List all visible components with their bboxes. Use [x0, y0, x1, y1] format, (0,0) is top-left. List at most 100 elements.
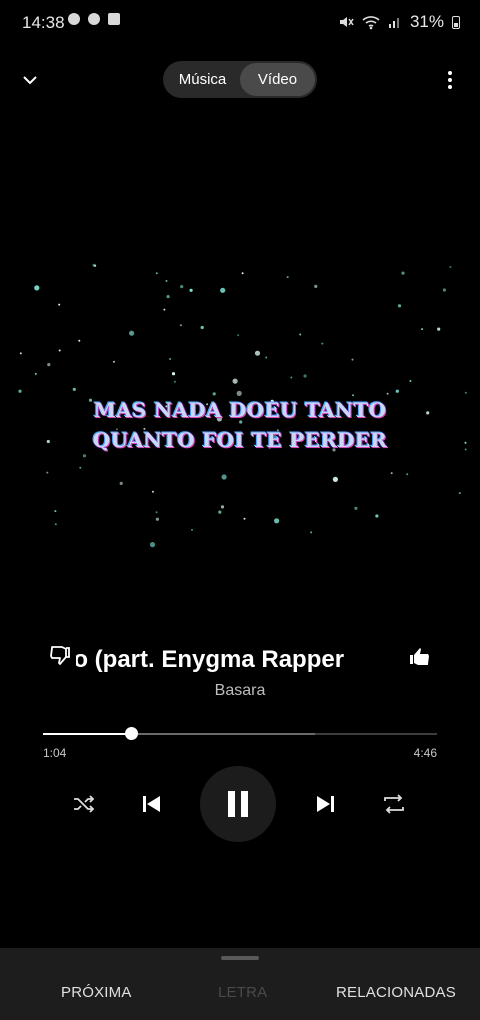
star: [274, 518, 280, 524]
star: [34, 285, 40, 291]
star: [442, 288, 446, 292]
chrome-icon: [68, 13, 80, 25]
like-button[interactable]: [408, 644, 434, 670]
previous-icon: [143, 796, 160, 812]
star: [409, 380, 412, 382]
star: [332, 476, 338, 482]
drag-handle[interactable]: [221, 956, 259, 960]
star: [310, 531, 313, 534]
star: [236, 390, 242, 396]
star: [191, 528, 193, 531]
star: [299, 333, 302, 336]
star: [129, 330, 135, 336]
star: [47, 363, 51, 367]
thumbs-down-icon: [50, 646, 70, 665]
time-total: 4:46: [413, 746, 437, 760]
star: [241, 272, 244, 275]
collapse-button[interactable]: [16, 66, 44, 94]
star: [390, 472, 393, 475]
star: [54, 523, 57, 526]
star: [46, 471, 49, 474]
star: [303, 374, 307, 378]
more-options-button[interactable]: [436, 66, 464, 94]
repeat-button[interactable]: [378, 788, 410, 820]
star: [155, 517, 159, 521]
status-bar: 14:38 31%: [0, 0, 480, 44]
toggle-music[interactable]: Música: [165, 63, 240, 96]
star: [179, 324, 182, 327]
star: [72, 387, 76, 391]
star: [58, 349, 61, 352]
star: [401, 271, 405, 275]
star: [149, 542, 156, 548]
toggle-video[interactable]: Vídeo: [240, 63, 315, 96]
track-title-marquee: ro (part. Enygma Rapper: [76, 640, 402, 680]
tab-related[interactable]: RELACIONADAS: [336, 984, 456, 1001]
lyric-line-1: MAS NADA DOEU TANTO: [93, 398, 387, 422]
bottom-tab-bar: PRÓXIMA LETRA RELACIONADAS: [0, 948, 480, 1020]
star: [449, 266, 452, 268]
mute-icon: [339, 17, 354, 27]
star: [151, 490, 154, 493]
notification-icons: [68, 13, 120, 25]
star: [189, 288, 193, 292]
tab-up-next[interactable]: PRÓXIMA: [61, 984, 132, 1001]
star: [169, 358, 172, 360]
video-player[interactable]: MAS NADA DOEU TANTO QUANTO FOI TE PERDER: [0, 250, 480, 550]
artist-name[interactable]: Basara: [0, 682, 480, 700]
star: [155, 272, 158, 275]
star: [232, 378, 238, 384]
star: [94, 264, 97, 267]
star: [119, 481, 123, 485]
star: [351, 358, 354, 361]
player-header: Música Vídeo: [0, 58, 480, 102]
star: [352, 394, 354, 397]
signal-icon: [388, 18, 399, 28]
star: [200, 325, 204, 330]
shuffle-icon: [74, 795, 95, 813]
shuffle-button[interactable]: [68, 788, 100, 820]
star: [386, 392, 389, 395]
star: [286, 276, 289, 279]
time-current: 1:04: [43, 746, 67, 760]
star: [19, 352, 22, 355]
star: [171, 372, 176, 376]
tab-lyrics: LETRA: [218, 984, 268, 1001]
battery-percent: 31%: [409, 12, 444, 31]
more-vert-icon: [448, 71, 452, 75]
star: [321, 342, 324, 345]
star: [290, 376, 293, 379]
star: [220, 287, 226, 293]
track-title: ro (part. Enygma Rapper: [76, 646, 345, 673]
star: [220, 505, 225, 509]
next-button[interactable]: [310, 788, 342, 820]
star: [212, 392, 216, 396]
star: [314, 284, 318, 288]
star: [237, 334, 240, 337]
star: [406, 473, 409, 476]
star: [221, 474, 227, 480]
previous-button[interactable]: [135, 788, 167, 820]
song-video-toggle: Música Vídeo: [163, 61, 317, 98]
battery-icon: [452, 15, 460, 29]
star: [397, 304, 402, 308]
progress-fill: [43, 733, 132, 735]
star: [464, 391, 467, 394]
star: [54, 510, 57, 513]
star: [243, 517, 246, 520]
star: [18, 389, 22, 393]
progress-slider[interactable]: [43, 727, 437, 740]
star: [421, 328, 424, 331]
dislike-button[interactable]: [48, 644, 74, 670]
star: [354, 506, 358, 510]
thumbs-up-icon: [410, 648, 429, 665]
whatsapp-icon: [88, 13, 100, 25]
star: [163, 308, 166, 311]
chevron-down-icon: [23, 76, 37, 85]
progress-thumb[interactable]: [125, 727, 139, 740]
star: [395, 389, 399, 393]
repeat-icon: [384, 794, 404, 814]
play-pause-button[interactable]: [200, 766, 276, 842]
track-row: ro (part. Enygma Rapper: [0, 640, 480, 680]
status-right: 31%: [338, 12, 460, 32]
